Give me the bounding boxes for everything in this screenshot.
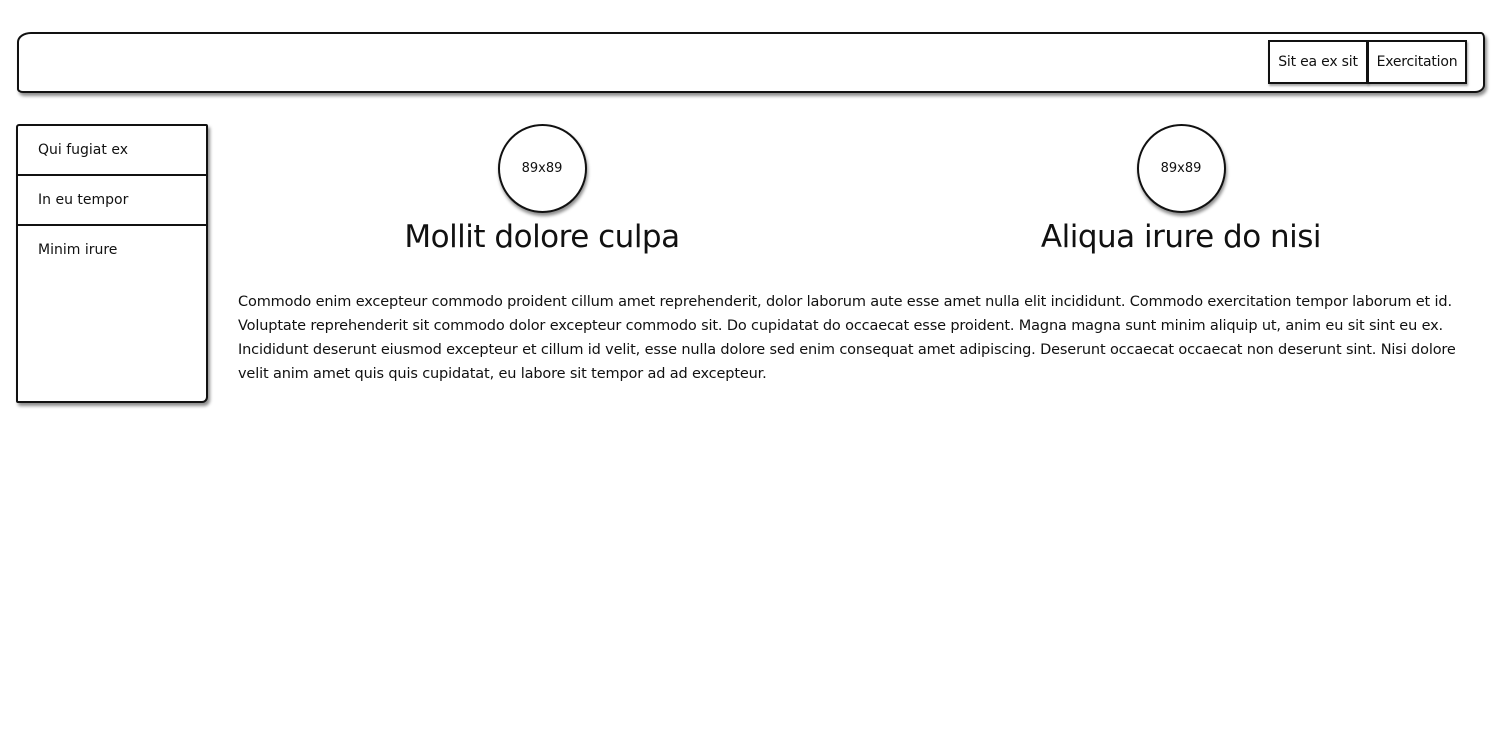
sidebar-item-in-eu-tempor[interactable]: In eu tempor [18,176,206,226]
top-navbar: Sit ea ex sit Exercitation [17,32,1485,93]
nav-button-sit-ea-ex-sit[interactable]: Sit ea ex sit [1268,40,1368,84]
feature-title: Mollit dolore culpa [404,219,680,255]
sidebar-item-qui-fugiat-ex[interactable]: Qui fugiat ex [18,126,206,176]
sidebar-item-minim-irure[interactable]: Minim irure [18,226,206,274]
image-placeholder: 89x89 [497,124,587,213]
navbar-actions: Sit ea ex sit Exercitation [1268,40,1467,84]
image-placeholder: 89x89 [1136,124,1226,213]
nav-button-exercitation[interactable]: Exercitation [1367,40,1467,84]
feature-title: Aliqua irure do nisi [1040,219,1322,255]
feature-card-1: 89x89 Mollit dolore culpa [342,124,742,257]
sidebar-menu: Qui fugiat ex In eu tempor Minim irure [16,124,208,403]
feature-card-2: 89x89 Aliqua irure do nisi [981,124,1381,257]
body-paragraph: Commodo enim excepteur commodo proident … [238,294,1456,382]
